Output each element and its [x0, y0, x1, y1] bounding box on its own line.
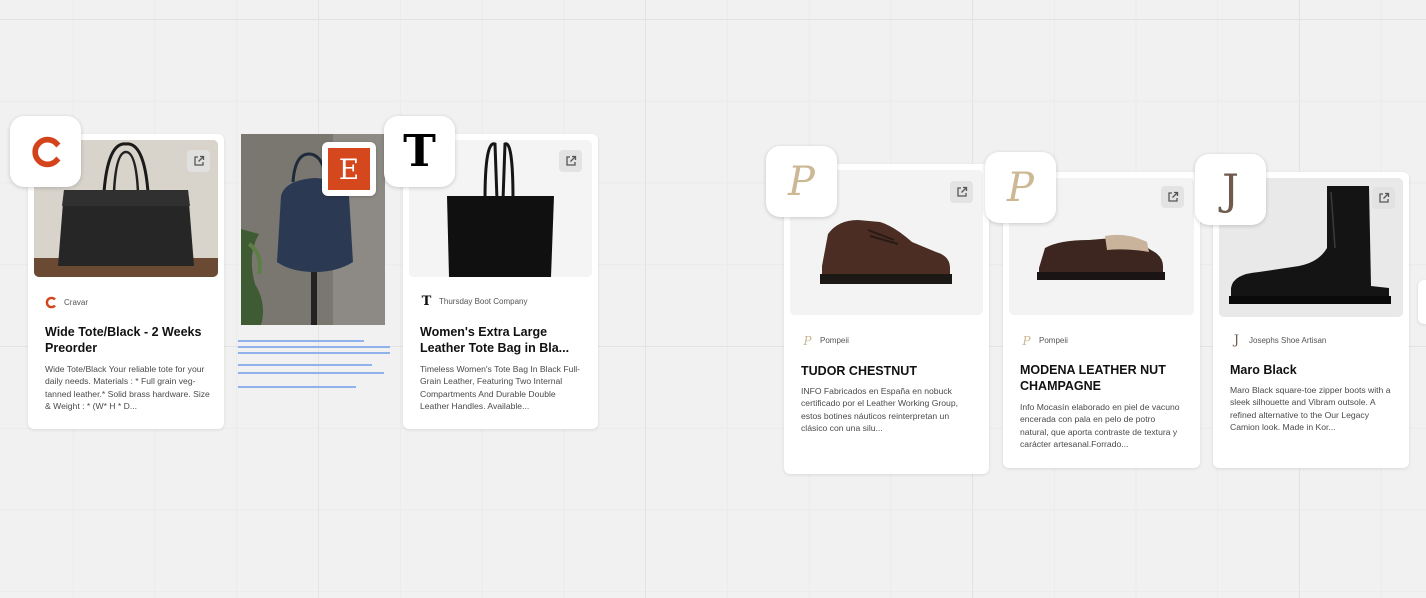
external-link-icon: [956, 186, 967, 197]
cravar-mini-logo-icon: [45, 296, 58, 309]
external-link-icon: [1378, 192, 1389, 203]
source-name: Cravar: [64, 298, 89, 307]
external-link-icon: [565, 155, 576, 166]
product-description: INFO Fabricados en España en nobuck cert…: [801, 386, 958, 434]
source-row: P Pompeii: [801, 333, 849, 348]
pompeii-logo-badge: P: [766, 146, 837, 217]
source-row: J Josephs Shoe Artisan: [1230, 333, 1327, 348]
open-link-button[interactable]: [1372, 187, 1395, 209]
source-row: P Pompeii: [1020, 333, 1068, 348]
product-description: Info Mocasín elaborado en piel de vacuno…: [1020, 402, 1180, 450]
offscreen-card-edge[interactable]: [1418, 280, 1426, 324]
pompeii-logo-icon: P: [1007, 164, 1034, 211]
pompeii-mini-logo-icon: P: [803, 333, 812, 348]
product-description: Wide Tote/Black Your reliable tote for y…: [45, 364, 210, 412]
product-description: Timeless Women's Tote Bag In Black Full-…: [420, 364, 581, 412]
product-title[interactable]: TUDOR CHESTNUT: [801, 363, 975, 379]
pompeii-mini-logo-icon: P: [1022, 333, 1031, 348]
etsy-logo-badge: E: [322, 142, 376, 196]
cravar-logo-icon: [31, 136, 60, 167]
product-title[interactable]: Maro Black: [1230, 362, 1395, 378]
source-name: Thursday Boot Company: [439, 297, 528, 306]
product-title[interactable]: MODENA LEATHER NUT CHAMPAGNE: [1020, 362, 1186, 394]
josephs-mini-logo-icon: J: [1233, 333, 1240, 348]
pompeii-logo-badge-2: P: [985, 152, 1056, 223]
etsy-logo-icon: E: [328, 148, 370, 190]
product-title[interactable]: Wide Tote/Black - 2 Weeks Preorder: [45, 324, 210, 356]
product-title[interactable]: Women's Extra Large Leather Tote Bag in …: [420, 324, 584, 356]
product-description: Maro Black square-toe zipper boots with …: [1230, 385, 1391, 433]
thursday-mini-logo-icon: T: [421, 294, 432, 309]
open-link-button[interactable]: [950, 181, 973, 203]
josephs-logo-badge: J: [1195, 154, 1266, 225]
external-link-icon: [193, 155, 204, 166]
source-name: Pompeii: [1039, 336, 1068, 345]
external-link-icon: [1167, 191, 1178, 202]
source-name: Josephs Shoe Artisan: [1249, 336, 1327, 345]
pompeii-logo-icon: P: [788, 158, 815, 205]
thursday-logo-badge: T: [384, 116, 455, 187]
source-row: T Thursday Boot Company: [420, 294, 528, 309]
josephs-logo-icon: J: [1222, 164, 1239, 214]
cravar-logo-badge: [10, 116, 81, 187]
open-link-button[interactable]: [187, 150, 210, 172]
open-link-button[interactable]: [559, 150, 582, 172]
open-link-button[interactable]: [1161, 186, 1184, 208]
source-name: Pompeii: [820, 336, 849, 345]
source-row: Cravar: [45, 296, 88, 309]
thursday-logo-icon: T: [403, 125, 436, 177]
